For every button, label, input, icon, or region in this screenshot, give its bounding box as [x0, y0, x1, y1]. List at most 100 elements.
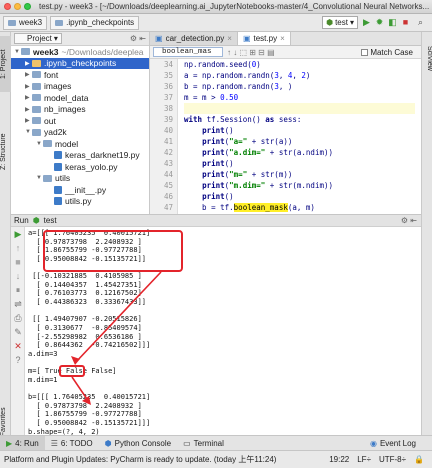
tree-item[interactable]: __init__.py	[11, 184, 149, 196]
search-icon[interactable]: ⌕	[415, 17, 426, 28]
run-icon: ▶	[6, 438, 13, 448]
tree-item[interactable]: ▶ font	[11, 69, 149, 81]
up-arrow-icon[interactable]: ↑	[11, 241, 25, 255]
close-button[interactable]	[4, 3, 11, 10]
panel-settings-icon[interactable]: ⚙ ⇤	[130, 34, 146, 43]
folder-icon	[32, 128, 41, 136]
tab-project-tool[interactable]: 1: Project	[0, 36, 11, 92]
console-line: [ 0.3130677 -0.85409574]	[28, 324, 142, 333]
caret-position[interactable]: 19:22	[329, 455, 349, 464]
find-navigation-icons[interactable]: ↑ ↓ ⬚ ⊞ ⊟ ▤	[227, 48, 275, 57]
code-line: print()	[202, 159, 234, 168]
breadcrumb-ipynb-checkpoints[interactable]: .ipynb_checkpoints	[50, 15, 140, 30]
chevron-right-icon[interactable]: ▶	[25, 94, 32, 101]
tree-item[interactable]: keras_darknet19.py	[11, 150, 149, 162]
console-line: [ 0.14404357 1.45427351]	[28, 280, 142, 289]
tree-item[interactable]: ▼ yad2k	[11, 127, 149, 139]
tree-item[interactable]: ▼ model	[11, 138, 149, 150]
breadcrumb-week3[interactable]: week3	[3, 15, 48, 30]
folder-icon	[8, 19, 16, 26]
chevron-down-icon[interactable]: ▼	[36, 175, 43, 181]
line-number: 37	[163, 93, 173, 102]
run-tab-test[interactable]: test	[44, 216, 57, 225]
soft-wrap-icon[interactable]: ⇌	[11, 297, 25, 311]
minimize-button[interactable]	[14, 3, 21, 10]
tree-item[interactable]: ▼ utils	[11, 173, 149, 185]
line-separator[interactable]: LF÷	[357, 455, 371, 464]
chevron-down-icon[interactable]: ▼	[25, 129, 32, 135]
chevron-right-icon[interactable]: ▶	[25, 106, 32, 113]
coverage-icon[interactable]: ◧	[387, 17, 398, 28]
pause-icon[interactable]: ⏸	[11, 283, 25, 297]
chevron-down-icon[interactable]: ▼	[14, 49, 21, 55]
console-line: [ 0.76103773 0.12167502]	[28, 289, 142, 298]
project-panel-header: Project ▾ ⚙ ⇤	[11, 32, 149, 46]
print-icon[interactable]: ⎙	[11, 311, 25, 325]
stop-icon[interactable]: ■	[11, 255, 25, 269]
tree-item-label: font	[44, 69, 59, 80]
help-icon[interactable]: ?	[11, 353, 25, 367]
find-input[interactable]: boolean_mas	[153, 47, 223, 57]
code-area[interactable]: np.random.seed(0) a = np.random.randn(3,…	[184, 59, 415, 214]
line-number: 45	[163, 181, 173, 190]
panel-settings-icon[interactable]: ⚙ ⇤	[401, 216, 417, 225]
chevron-right-icon[interactable]: ▶	[25, 71, 32, 78]
console-output[interactable]: a=[[[ 1.76405235 0.40015721] [ 0.9787379…	[28, 229, 419, 435]
down-arrow-icon[interactable]: ↓	[11, 269, 25, 283]
chevron-right-icon[interactable]: ▶	[25, 60, 32, 67]
close-icon[interactable]: ×	[227, 34, 232, 43]
run-icon[interactable]: ▶	[361, 17, 372, 28]
stop-icon[interactable]: ■	[400, 17, 411, 28]
tree-item[interactable]: ▶ nb_images	[11, 104, 149, 116]
match-case-checkbox[interactable]: Match Case	[361, 48, 413, 57]
tab-car-detection[interactable]: ▣ car_detection.py ×	[150, 32, 238, 45]
folder-icon	[43, 174, 52, 182]
tab-event-log[interactable]: ◉ Event Log	[364, 436, 422, 451]
tree-item-label: .ipynb_checkpoints	[44, 58, 117, 69]
code-line: print()	[202, 192, 234, 201]
code-line: print("a=" + str(a))	[202, 137, 293, 146]
tab-sciview-tool[interactable]: SciView	[422, 38, 432, 78]
tab-run-tool[interactable]: ▶ 4: Run	[0, 435, 45, 451]
rerun-icon[interactable]: ▶	[11, 227, 25, 241]
folder-icon	[32, 117, 41, 125]
zoom-button[interactable]	[24, 3, 31, 10]
console-line: [ 1.86755799 -0.97727788]	[28, 246, 142, 255]
debug-icon[interactable]: ✹	[374, 17, 385, 28]
chevron-right-icon[interactable]: ▶	[25, 83, 32, 90]
project-view-select[interactable]: Project ▾	[14, 33, 62, 44]
close-icon[interactable]: ×	[280, 34, 285, 43]
file-encoding[interactable]: UTF-8÷	[379, 455, 406, 464]
tree-item[interactable]: ▶ out	[11, 115, 149, 127]
code-line: a = np.random.randn(3, 4, 2)	[184, 71, 311, 80]
chevron-down-icon[interactable]: ▼	[36, 141, 43, 147]
folder-icon	[32, 105, 41, 113]
pin-icon[interactable]: ✎	[11, 325, 25, 339]
line-number: 36	[163, 82, 173, 91]
tree-item-label: utils.py	[65, 196, 92, 207]
tab-todo-tool[interactable]: ☰ 6: TODO	[45, 436, 99, 451]
run-config-select[interactable]: ⬢ test ▾	[322, 16, 358, 29]
lock-icon[interactable]: 🔒	[414, 455, 424, 464]
tree-item[interactable]: ▶ model_data	[11, 92, 149, 104]
tree-item[interactable]: keras_yolo.py	[11, 161, 149, 173]
tab-python-console[interactable]: ⬢ Python Console	[99, 436, 177, 451]
line-number: 44	[163, 170, 173, 179]
status-message[interactable]: Platform and Plugin Updates: PyCharm is …	[4, 454, 276, 465]
code-line: b = tf.boolean_mask(a, m)	[184, 203, 315, 212]
tab-structure-tool[interactable]: Z: Structure	[0, 122, 11, 182]
close-icon[interactable]: ✕	[11, 339, 25, 353]
tree-item[interactable]: ▼ week3 ~/Downloads/deeplea	[11, 46, 149, 58]
project-icon	[18, 35, 25, 42]
tab-terminal[interactable]: ▭ Terminal	[177, 436, 230, 451]
python-icon: ⬢	[326, 18, 334, 27]
chevron-right-icon[interactable]: ▶	[25, 117, 32, 124]
line-number: 38	[163, 104, 173, 113]
tree-item[interactable]: ▶ images	[11, 81, 149, 93]
python-file-icon	[54, 197, 62, 206]
tab-test-py[interactable]: ▣ test.py ×	[237, 32, 291, 45]
tree-item[interactable]: ▶ .ipynb_checkpoints	[11, 57, 149, 69]
tree-item[interactable]: utils.py	[11, 196, 149, 208]
project-tree: ▼ week3 ~/Downloads/deeplea ▶ .ipynb_checkpo…	[11, 46, 149, 207]
